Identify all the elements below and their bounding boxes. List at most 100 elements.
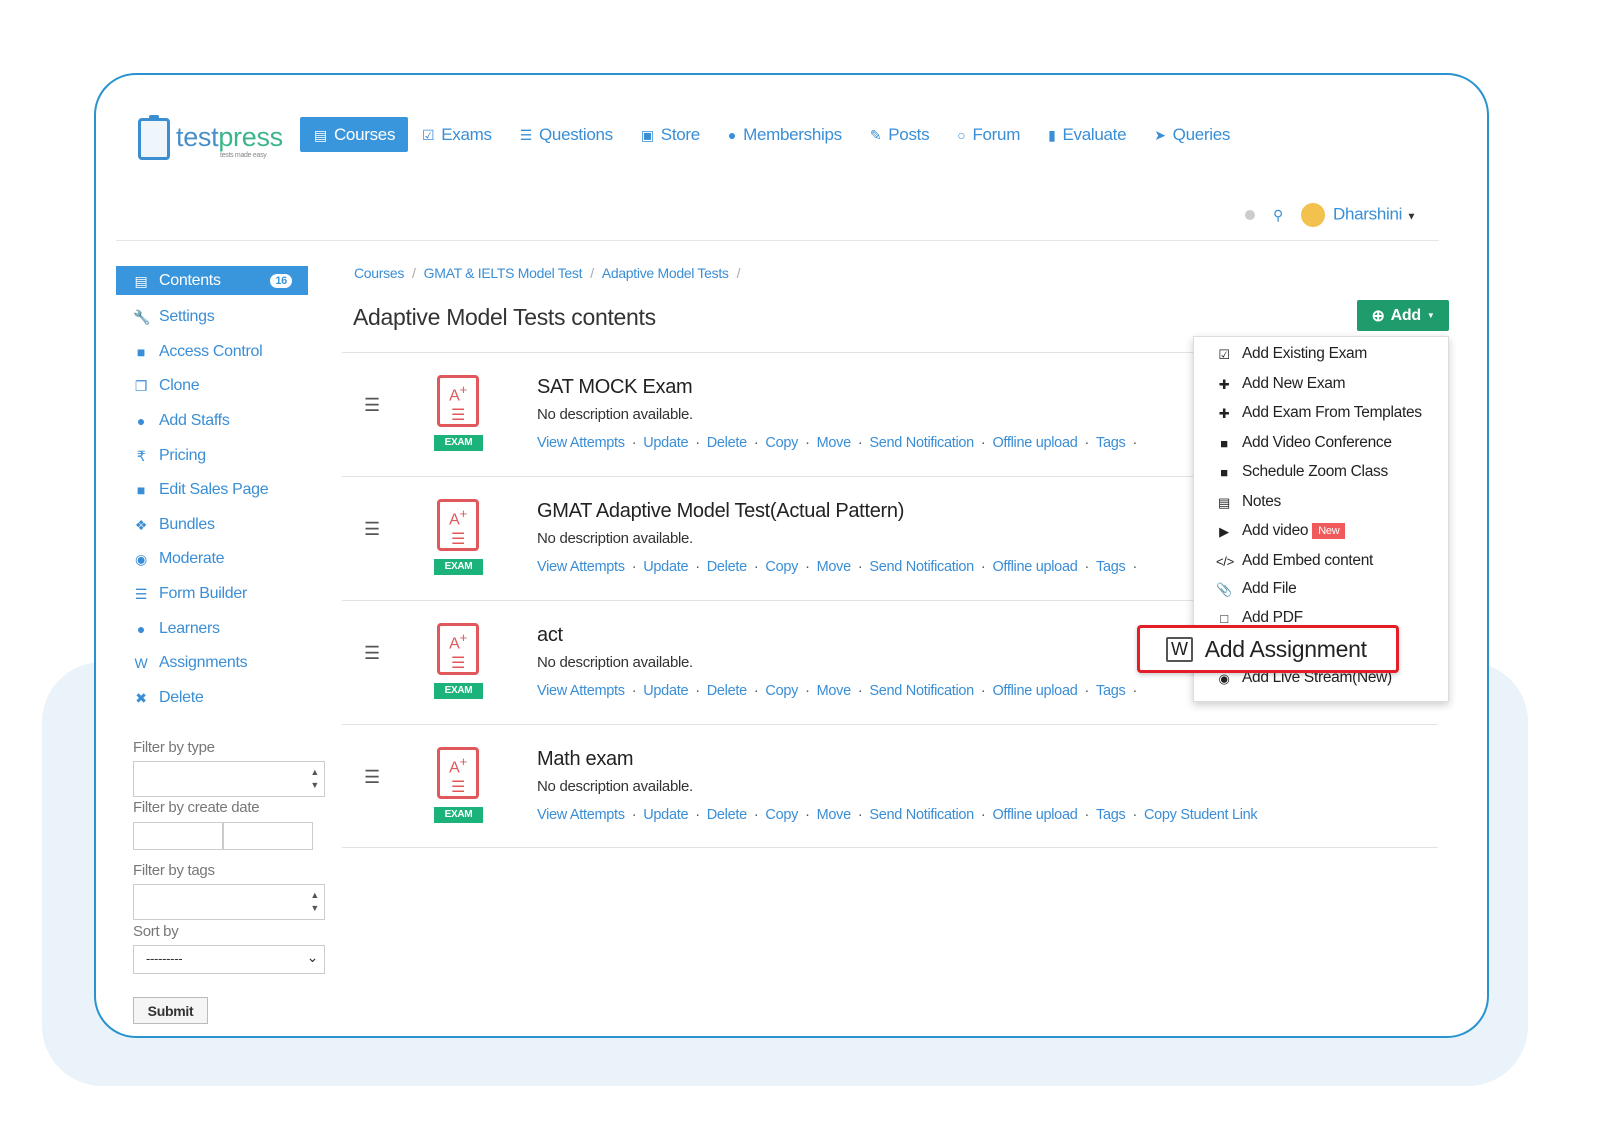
nav-evaluate[interactable]: ▮ Evaluate [1034,117,1140,152]
menu-item-add-video-conference[interactable]: ■ Add Video Conference [1216,434,1392,452]
action-move[interactable]: Move [817,807,852,823]
action-delete[interactable]: Delete [707,683,747,699]
nav-posts[interactable]: ✎ Posts [856,117,943,152]
action-tags[interactable]: Tags [1096,683,1126,699]
exam-description: No description available. [537,778,693,795]
sidebar-item-add-staffs[interactable]: ● Add Staffs [116,404,308,439]
add-assignment-highlight[interactable]: W Add Assignment [1137,625,1399,673]
action-update[interactable]: Update [643,807,688,823]
exam-description: No description available. [537,654,693,671]
nav-courses[interactable]: ▤ Courses [300,117,408,152]
sidebar-item-settings[interactable]: 🔧 Settings [116,300,308,335]
sidebar-item-contents[interactable]: ▤ Contents 16 [116,266,308,295]
nav-forum[interactable]: ○ Forum [943,117,1034,152]
sidebar-item-assignments[interactable]: W Assignments [116,646,308,681]
submit-button[interactable]: Submit [133,997,208,1024]
action-copy-student-link[interactable]: Copy Student Link [1144,807,1258,823]
exam-title[interactable]: act [537,624,563,647]
sort-select[interactable]: --------- ⌄ [133,945,325,974]
action-move[interactable]: Move [817,559,852,575]
breadcrumb-courses[interactable]: Courses [354,265,404,281]
action-delete[interactable]: Delete [707,559,747,575]
action-offline-upload[interactable]: Offline upload [992,683,1077,699]
action-offline-upload[interactable]: Offline upload [992,559,1077,575]
action-send-notification[interactable]: Send Notification [869,435,974,451]
drag-handle-icon[interactable]: ☰ [364,395,380,416]
nav-queries[interactable]: ➤ Queries [1140,117,1244,152]
action-view-attempts[interactable]: View Attempts [537,559,625,575]
action-move[interactable]: Move [817,435,852,451]
menu-item-add-embed-content[interactable]: </> Add Embed content [1216,552,1373,570]
action-send-notification[interactable]: Send Notification [869,683,974,699]
nav-memberships[interactable]: ● Memberships [714,117,856,152]
sidebar-item-learners[interactable]: ● Learners [116,611,308,646]
clipboard-check-icon: ☑ [422,126,435,143]
paperclip-icon: 📎 [1216,581,1232,597]
breadcrumb-course[interactable]: GMAT & IELTS Model Test [424,265,583,281]
sidebar-item-moderate[interactable]: ◉ Moderate [116,542,308,577]
sidebar-item-delete[interactable]: ✖ Delete [116,681,308,716]
sidebar-item-edit-sales-page[interactable]: ■ Edit Sales Page [116,473,308,508]
logo[interactable]: testpress tests made easy [138,115,283,160]
plus-icon: ✚ [1218,405,1230,421]
nav-exams[interactable]: ☑ Exams [408,117,506,152]
menu-item-add-video[interactable]: ▶ Add video New [1216,522,1346,540]
menu-item-add-existing-exam[interactable]: ☑ Add Existing Exam [1216,345,1367,363]
nav-store[interactable]: ▣ Store [627,117,714,152]
action-delete[interactable]: Delete [707,807,747,823]
sidebar-item-pricing[interactable]: ₹ Pricing [116,438,308,473]
exam-title[interactable]: SAT MOCK Exam [537,376,693,399]
sidebar-item-form-builder[interactable]: ☰ Form Builder [116,577,308,612]
action-update[interactable]: Update [643,559,688,575]
avatar [1300,203,1325,227]
action-copy[interactable]: Copy [765,435,798,451]
action-send-notification[interactable]: Send Notification [869,807,974,823]
action-offline-upload[interactable]: Offline upload [992,435,1077,451]
clipboard-check-icon: ☑ [1218,346,1230,362]
date-from-input[interactable] [133,822,223,850]
action-view-attempts[interactable]: View Attempts [537,683,625,699]
filter-type-select[interactable]: ▲ ▼ [133,761,325,797]
action-copy[interactable]: Copy [765,559,798,575]
drag-handle-icon[interactable]: ☰ [364,519,380,540]
action-copy[interactable]: Copy [765,807,798,823]
action-update[interactable]: Update [643,435,688,451]
menu-item-add-new-exam[interactable]: ✚ Add New Exam [1216,375,1346,393]
spinner-icon: ▲ ▼ [310,767,319,790]
action-view-attempts[interactable]: View Attempts [537,435,625,451]
drag-handle-icon[interactable]: ☰ [364,643,380,664]
action-tags[interactable]: Tags [1096,807,1126,823]
sidebar: ▤ Contents 16 🔧 Settings ■ Access Control ❐ Clon… [116,266,308,715]
menu-item-add-file[interactable]: 📎 Add File [1216,580,1297,598]
action-delete[interactable]: Delete [707,435,747,451]
action-offline-upload[interactable]: Offline upload [992,807,1077,823]
action-update[interactable]: Update [643,683,688,699]
date-to-input[interactable] [223,822,313,850]
divider [116,240,1439,241]
eye-icon: ◉ [135,551,147,568]
action-send-notification[interactable]: Send Notification [869,559,974,575]
add-button[interactable]: ⊕ Add ▼ [1357,300,1449,331]
rocket-icon: ➤ [1154,126,1166,143]
sidebar-item-clone[interactable]: ❐ Clone [116,369,308,404]
exam-icon: A+ ☰ EXAM [434,623,484,699]
exam-title[interactable]: Math exam [537,748,634,771]
search-icon[interactable]: ⚲ [1273,208,1283,222]
menu-item-add-exam-from-templates[interactable]: ✚ Add Exam From Templates [1216,404,1422,422]
action-view-attempts[interactable]: View Attempts [537,807,625,823]
breadcrumb-chapter[interactable]: Adaptive Model Tests [602,265,729,281]
exam-title[interactable]: GMAT Adaptive Model Test(Actual Pattern) [537,500,904,523]
action-move[interactable]: Move [817,683,852,699]
sidebar-item-access-control[interactable]: ■ Access Control [116,335,308,370]
filter-tags-select[interactable]: ▲ ▼ [133,884,325,920]
drag-handle-icon[interactable]: ☰ [364,767,380,788]
user-menu[interactable]: Dharshini ▼ [1300,203,1416,227]
menu-item-notes[interactable]: ▤ Notes [1216,493,1281,511]
action-copy[interactable]: Copy [765,683,798,699]
plus-circle-icon: ⊕ [1371,307,1385,325]
action-tags[interactable]: Tags [1096,559,1126,575]
action-tags[interactable]: Tags [1096,435,1126,451]
nav-questions[interactable]: ☰ Questions [506,117,627,152]
sidebar-item-bundles[interactable]: ❖ Bundles [116,508,308,543]
menu-item-schedule-zoom-class[interactable]: ■ Schedule Zoom Class [1216,463,1388,481]
